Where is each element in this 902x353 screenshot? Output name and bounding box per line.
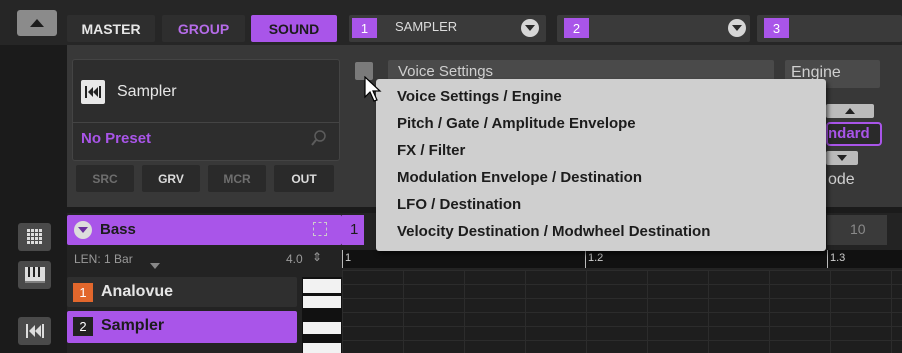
preset-name[interactable]: No Preset	[81, 130, 151, 147]
ruler-label: 1	[345, 252, 352, 264]
pattern-tab-label-1: 1	[350, 221, 359, 238]
decrement-button[interactable]	[826, 151, 858, 165]
group-name: Bass	[100, 221, 136, 238]
sound-name: Analovue	[101, 283, 174, 300]
slot-number-3: 3	[764, 18, 789, 38]
menu-item-velocity[interactable]: Velocity Destination / Modwheel Destinat…	[397, 223, 710, 240]
mcr-button[interactable]: MCR	[208, 165, 266, 192]
piano-key[interactable]	[303, 296, 341, 308]
ruler-tick	[585, 250, 586, 268]
menu-item-lfo[interactable]: LFO / Destination	[397, 196, 521, 213]
search-icon[interactable]	[311, 130, 327, 151]
ruler-label: 1.3	[830, 252, 846, 264]
plugin-name: Sampler	[117, 83, 177, 100]
sampler-icon	[81, 80, 105, 104]
divider	[72, 122, 340, 123]
grv-button[interactable]: GRV	[142, 165, 200, 192]
chevron-down-icon[interactable]	[521, 19, 539, 37]
ruler-label: 1.2	[588, 252, 604, 264]
slot-label-1: SAMPLER	[395, 19, 458, 34]
slot-number-1: 1	[352, 18, 377, 38]
out-button[interactable]: OUT	[274, 165, 334, 192]
increment-button[interactable]	[826, 104, 874, 118]
piano-key[interactable]	[303, 279, 341, 293]
chevron-down-icon[interactable]	[728, 19, 746, 37]
sound-number: 1	[73, 283, 93, 302]
step-grid[interactable]	[342, 270, 902, 353]
triangle-up-icon	[845, 108, 855, 114]
slot-number-2: 2	[564, 18, 589, 38]
chevron-down-icon[interactable]	[74, 221, 92, 239]
menu-item-voice-settings[interactable]: Voice Settings / Engine	[397, 88, 562, 105]
drag-handle-icon[interactable]	[313, 222, 327, 236]
mouse-cursor-icon	[364, 75, 382, 107]
sampler-icon	[25, 324, 44, 338]
menu-item-fx-filter[interactable]: FX / Filter	[397, 142, 465, 159]
piano-key[interactable]	[303, 343, 341, 353]
menu-item-modulation[interactable]: Modulation Envelope / Destination	[397, 169, 642, 186]
grid-view-button[interactable]	[18, 223, 51, 251]
sound-tab[interactable]: SOUND	[251, 15, 337, 42]
timeline-ruler[interactable]	[342, 250, 902, 268]
dropdown-arrow-icon[interactable]	[150, 256, 160, 274]
keyboard-view-button[interactable]	[18, 261, 51, 289]
master-tab[interactable]: MASTER	[67, 15, 155, 42]
menu-item-pitch-gate[interactable]: Pitch / Gate / Amplitude Envelope	[397, 115, 636, 132]
sound-name: Sampler	[101, 317, 165, 334]
ruler-tick	[827, 250, 828, 268]
src-button[interactable]: SRC	[76, 165, 134, 192]
pattern-tab-label-10: 10	[850, 221, 866, 237]
piano-icon	[24, 267, 45, 283]
mode-label: ode	[828, 171, 855, 188]
stepper-icon[interactable]: ⇕	[312, 250, 322, 264]
triangle-down-icon	[837, 155, 847, 161]
sound-number: 2	[73, 317, 93, 336]
piano-key[interactable]	[303, 322, 341, 334]
length-value: 4.0	[286, 252, 303, 266]
page-selector-label: Voice Settings	[398, 63, 494, 80]
group-tab[interactable]: GROUP	[162, 15, 245, 42]
grid-icon	[26, 229, 42, 244]
ruler-tick	[342, 250, 343, 268]
collapse-button[interactable]	[17, 10, 57, 36]
length-label: LEN: 1 Bar	[74, 252, 133, 266]
sampling-view-button[interactable]	[18, 317, 51, 345]
triangle-up-icon	[30, 19, 44, 27]
mode-value: ndard	[828, 125, 870, 142]
page-dropdown-menu: Voice Settings / Engine Pitch / Gate / A…	[376, 79, 826, 251]
